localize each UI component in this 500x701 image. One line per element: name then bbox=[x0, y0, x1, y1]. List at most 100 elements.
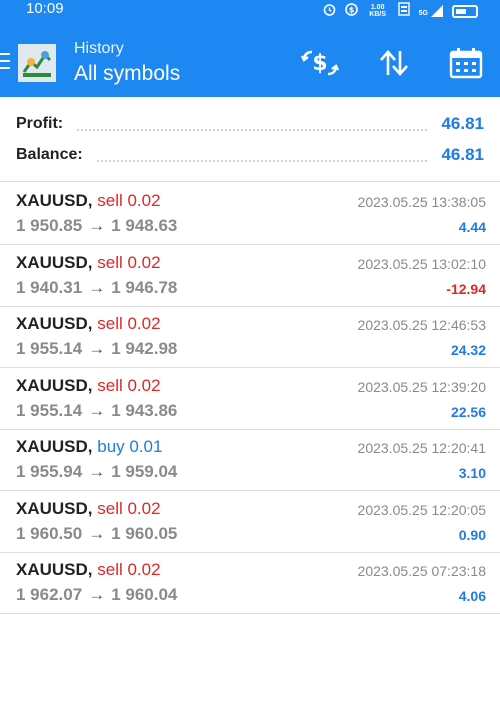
deal-prices: 1 962.07 → 1 960.04 bbox=[16, 585, 177, 605]
deal-time: 2023.05.25 07:23:18 bbox=[357, 563, 486, 579]
balance-label: Balance: bbox=[16, 146, 83, 163]
deal-close-price: 1 946.78 bbox=[111, 277, 178, 297]
currency-exchange-button[interactable]: $ bbox=[300, 46, 340, 80]
deal-symbol: XAUUSD, buy 0.01 bbox=[16, 437, 162, 457]
sort-icon bbox=[380, 50, 408, 76]
deal-row[interactable]: XAUUSD, sell 0.02 1 960.50 → 1 960.05 2023.0… bbox=[0, 491, 500, 553]
deal-type: buy 0.01 bbox=[97, 437, 163, 456]
deal-close-price: 1 959.04 bbox=[111, 462, 178, 481]
balance-value: 46.81 bbox=[441, 145, 484, 164]
page-subtitle: History bbox=[74, 40, 124, 57]
deal-time: 2023.05.25 12:39:20 bbox=[357, 378, 486, 395]
deal-type: sell 0.02 bbox=[97, 375, 161, 395]
deal-profit: 22.56 bbox=[450, 403, 486, 420]
deal-time: 2023.05.25 12:20:05 bbox=[357, 501, 486, 518]
deal-row[interactable]: XAUUSD, sell 0.02 1 950.85 → 1 948.63 2023.0… bbox=[0, 183, 500, 245]
deal-symbol: XAUUSD, sell 0.02 bbox=[16, 191, 161, 211]
deal-type: sell 0.02 bbox=[97, 314, 161, 333]
deal-type: sell 0.02 bbox=[97, 560, 161, 579]
alarm-icon bbox=[323, 0, 336, 22]
deal-symbol-text: XAUUSD, bbox=[16, 498, 93, 518]
arrow-right-icon: → bbox=[88, 462, 106, 481]
status-bar: 10:09 $ 1.00 KB/S 5G bbox=[0, 0, 500, 22]
deal-profit: 4.06 bbox=[458, 588, 486, 604]
calendar-icon bbox=[449, 48, 483, 79]
profit-dots bbox=[77, 123, 428, 131]
deal-time: 2023.05.25 13:38:05 bbox=[357, 194, 486, 210]
deal-symbol: XAUUSD, sell 0.02 bbox=[16, 499, 161, 519]
deal-open-price: 1 960.50 bbox=[16, 523, 83, 543]
volte-icon bbox=[397, 0, 410, 22]
deal-type: sell 0.02 bbox=[97, 191, 161, 210]
deal-symbol-text: XAUUSD, bbox=[16, 252, 93, 272]
arrow-right-icon: → bbox=[88, 523, 106, 543]
profit-label: Profit: bbox=[16, 115, 64, 132]
deal-open-price: 1 955.94 bbox=[16, 462, 83, 481]
deal-close-price: 1 943.86 bbox=[111, 400, 178, 420]
deal-symbol: XAUUSD, sell 0.02 bbox=[16, 376, 161, 396]
deal-open-price: 1 962.07 bbox=[16, 585, 83, 604]
deal-close-price: 1 960.05 bbox=[111, 523, 178, 543]
deal-profit: 24.32 bbox=[450, 342, 486, 358]
deal-prices: 1 940.31 → 1 946.78 bbox=[16, 278, 177, 298]
deal-close-price: 1 960.04 bbox=[111, 585, 178, 604]
deal-type: sell 0.02 bbox=[97, 498, 161, 518]
title-block: History All symbols bbox=[74, 40, 180, 89]
deal-row[interactable]: XAUUSD, sell 0.02 1 940.31 → 1 946.78 2023.0… bbox=[0, 245, 500, 307]
battery-icon bbox=[452, 4, 478, 18]
arrow-right-icon: → bbox=[88, 277, 106, 297]
deal-symbol-text: XAUUSD, bbox=[16, 314, 93, 333]
app-bar: 10:09 $ 1.00 KB/S 5G History All symbols… bbox=[0, 0, 500, 97]
deal-symbol: XAUUSD, sell 0.02 bbox=[16, 253, 161, 273]
deal-time: 2023.05.25 12:46:53 bbox=[357, 317, 486, 333]
page-title[interactable]: All symbols bbox=[74, 59, 180, 89]
balance-dots bbox=[96, 154, 428, 162]
status-icons: $ 1.00 KB/S 5G bbox=[323, 0, 478, 22]
deal-prices: 1 955.14 → 1 943.86 bbox=[16, 401, 177, 421]
deal-symbol: XAUUSD, sell 0.02 bbox=[16, 560, 161, 580]
deal-row[interactable]: XAUUSD, sell 0.02 1 955.14 → 1 943.86 2023.0… bbox=[0, 368, 500, 430]
deal-prices: 1 960.50 → 1 960.05 bbox=[16, 524, 177, 544]
deal-prices: 1 955.94 → 1 959.04 bbox=[16, 462, 177, 482]
profit-value: 46.81 bbox=[441, 114, 484, 133]
balance-row: Balance: 46.81 bbox=[16, 143, 484, 167]
deal-close-price: 1 948.63 bbox=[111, 216, 178, 235]
deal-type: sell 0.02 bbox=[97, 252, 161, 272]
deal-row[interactable]: XAUUSD, sell 0.02 1 962.07 → 1 960.04 2023.0… bbox=[0, 552, 500, 614]
svg-text:$: $ bbox=[348, 6, 354, 15]
menu-icon[interactable] bbox=[0, 53, 10, 71]
deal-time: 2023.05.25 12:20:41 bbox=[357, 440, 486, 456]
signal-icon: 5G bbox=[419, 5, 443, 17]
data-speed-icon: 1.00 KB/S bbox=[369, 4, 387, 18]
deal-open-price: 1 955.14 bbox=[16, 339, 83, 358]
deal-symbol-text: XAUUSD, bbox=[16, 437, 93, 456]
svg-text:$: $ bbox=[312, 51, 327, 76]
deal-time: 2023.05.25 13:02:10 bbox=[357, 255, 486, 272]
arrow-right-icon: → bbox=[88, 216, 106, 235]
status-time: 10:09 bbox=[26, 0, 64, 17]
deal-profit: -12.94 bbox=[446, 280, 486, 297]
deal-profit: 0.90 bbox=[458, 526, 486, 543]
deal-open-price: 1 955.14 bbox=[16, 400, 83, 420]
arrow-right-icon: → bbox=[88, 585, 106, 604]
deal-symbol-text: XAUUSD, bbox=[16, 560, 93, 579]
deal-row[interactable]: XAUUSD, sell 0.02 1 955.14 → 1 942.98 2023.0… bbox=[0, 306, 500, 368]
app-logo[interactable] bbox=[18, 44, 56, 82]
calendar-button[interactable] bbox=[446, 46, 486, 80]
deal-profit: 3.10 bbox=[458, 465, 486, 481]
deal-open-price: 1 950.85 bbox=[16, 216, 83, 235]
summary-panel: Profit: 46.81 Balance: 46.81 bbox=[0, 97, 500, 182]
deal-prices: 1 955.14 → 1 942.98 bbox=[16, 339, 177, 359]
arrow-right-icon: → bbox=[88, 339, 106, 358]
deal-symbol-text: XAUUSD, bbox=[16, 191, 93, 210]
vpn-icon: $ bbox=[344, 0, 358, 22]
deal-open-price: 1 940.31 bbox=[16, 277, 83, 297]
arrow-right-icon: → bbox=[88, 400, 106, 420]
deal-close-price: 1 942.98 bbox=[111, 339, 178, 358]
profit-row: Profit: 46.81 bbox=[16, 112, 484, 136]
sort-button[interactable] bbox=[374, 46, 414, 80]
deal-symbol-text: XAUUSD, bbox=[16, 375, 93, 395]
deal-profit: 4.44 bbox=[458, 219, 486, 235]
deal-row[interactable]: XAUUSD, buy 0.01 1 955.94 → 1 959.04 2023.05… bbox=[0, 429, 500, 491]
currency-exchange-icon: $ bbox=[301, 50, 339, 76]
